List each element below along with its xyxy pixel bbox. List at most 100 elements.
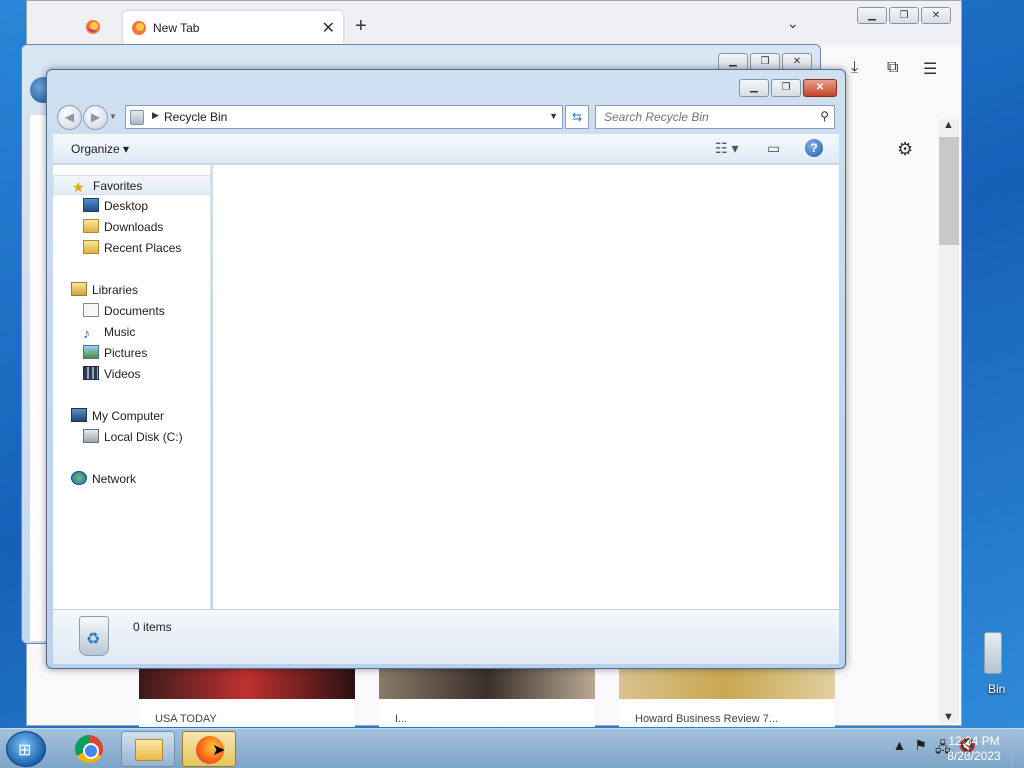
news-card-source: I...	[395, 713, 408, 725]
recycle-bin-icon	[130, 110, 144, 125]
organize-button[interactable]: Organize ▾	[71, 142, 129, 156]
recycle-bin-icon	[79, 616, 109, 656]
tree-item-local-disk[interactable]: Local Disk (C:)	[53, 427, 211, 447]
tree-item-pictures[interactable]: Pictures	[53, 343, 211, 363]
taskbar-firefox[interactable]	[182, 731, 236, 767]
start-button[interactable]: ⊞	[6, 731, 46, 767]
list-all-tabs-button[interactable]: ⌄	[787, 15, 799, 32]
minimize-button[interactable]: ▁	[739, 79, 769, 97]
star-icon: ★	[72, 179, 85, 195]
mouse-cursor-icon: ➤	[212, 742, 226, 759]
news-card[interactable]: USA TODAY	[139, 665, 355, 727]
back-button[interactable]: ◀	[57, 105, 82, 130]
restore-button[interactable]: ❐	[771, 79, 801, 97]
refresh-button[interactable]: ⇆	[565, 105, 589, 129]
tree-item-libraries[interactable]: Libraries	[53, 280, 211, 300]
news-thumbnail	[139, 665, 355, 699]
tab-label: New Tab	[153, 21, 200, 35]
tree-label: Downloads	[104, 220, 164, 234]
tree-label: My Computer	[92, 409, 165, 423]
recent-places-icon	[83, 240, 99, 254]
minimize-button[interactable]: ▁	[857, 7, 887, 24]
tab-new-tab[interactable]: New Tab ✕	[123, 11, 343, 45]
breadcrumb-arrow-icon[interactable]: ▶	[152, 110, 159, 121]
tree-item-music[interactable]: ♪ Music	[53, 322, 211, 342]
preview-pane-icon[interactable]: ▭	[767, 140, 780, 157]
tree-item-downloads[interactable]: Downloads	[53, 217, 211, 237]
restore-button[interactable]: ❐	[750, 53, 780, 70]
search-icon[interactable]: ⚲	[820, 109, 829, 123]
minimize-button[interactable]: ▁	[718, 53, 748, 70]
item-count: 0 items	[133, 620, 172, 634]
close-tab-icon[interactable]: ✕	[322, 18, 335, 38]
search-input[interactable]	[596, 106, 810, 128]
recycle-bin-icon	[984, 632, 1002, 674]
tree-label: Network	[92, 472, 137, 486]
close-button[interactable]: ✕	[803, 79, 837, 97]
tree-label: Documents	[104, 304, 165, 318]
news-thumbnail	[619, 665, 835, 699]
recent-pages-dropdown[interactable]: ▼	[109, 112, 117, 121]
desktop-recycle-bin[interactable]: Bin	[982, 632, 1022, 696]
tree-item-network[interactable]: Network	[53, 469, 211, 489]
clock-time: 12:34 PM	[948, 734, 1000, 748]
show-hidden-icons-icon[interactable]: ▲	[893, 737, 907, 761]
download-icon[interactable]: ⤓	[851, 59, 858, 77]
close-button[interactable]: ✕	[921, 7, 951, 24]
pictures-icon	[83, 345, 99, 359]
firefox-tabbar: New Tab ✕ + ⌄ ▁ ❐ ✕	[27, 1, 961, 45]
new-tab-button[interactable]: +	[355, 15, 367, 38]
show-desktop-button[interactable]	[1012, 729, 1024, 768]
window-controls: ▁ ❐ ✕	[718, 53, 812, 70]
extensions-icon[interactable]: ⧉	[887, 59, 898, 77]
action-center-icon[interactable]: ⚑	[914, 737, 927, 761]
news-card[interactable]: Howard Business Review 7...	[619, 665, 835, 727]
window-controls: ▁ ❐ ✕	[739, 79, 837, 97]
scroll-thumb[interactable]	[939, 137, 959, 245]
scroll-down-icon[interactable]: ▼	[943, 711, 954, 723]
folder-icon	[135, 739, 163, 761]
taskbar-explorer[interactable]	[121, 731, 175, 767]
address-bar[interactable]: ▶ Recycle Bin ▼	[125, 105, 563, 129]
help-icon[interactable]: ?	[805, 139, 823, 157]
firefox-icon	[132, 21, 146, 35]
firefox-icon[interactable]	[85, 19, 101, 35]
libraries-icon	[71, 282, 87, 296]
tree-item-documents[interactable]: Documents	[53, 301, 211, 321]
tree-item-my-computer[interactable]: My Computer	[53, 406, 211, 426]
taskbar-chrome[interactable]	[62, 731, 116, 767]
tree-item-recent-places[interactable]: Recent Places	[53, 238, 211, 258]
tree-label: Favorites	[93, 179, 143, 193]
tree-label: Music	[104, 325, 136, 339]
address-dropdown-icon[interactable]: ▼	[549, 111, 558, 121]
tree-item-videos[interactable]: Videos	[53, 364, 211, 384]
file-list-area[interactable]	[213, 165, 839, 609]
tree-item-desktop[interactable]: Desktop	[53, 196, 211, 216]
tree-label: Local Disk (C:)	[104, 430, 183, 444]
documents-icon	[83, 303, 99, 317]
navigation-pane: ★ Favorites Desktop Downloads Recent Plac…	[53, 165, 211, 609]
tree-label: Pictures	[104, 346, 148, 360]
news-thumbnail	[379, 665, 595, 699]
firefox-window-controls: ▁ ❐ ✕	[857, 7, 951, 24]
tree-item-favorites[interactable]: ★ Favorites	[53, 175, 211, 195]
close-button[interactable]: ✕	[782, 53, 812, 70]
change-view-icon[interactable]: ☷ ▾	[715, 140, 738, 157]
news-card[interactable]: I...	[379, 665, 595, 727]
clock-date: 8/28/2023	[947, 749, 1001, 763]
taskbar: ⊞ ▲ ⚑ 🖧 🔇 12:34 PM 8/28/2023	[0, 728, 1024, 768]
menu-icon[interactable]: ☰	[923, 59, 937, 79]
scroll-up-icon[interactable]: ▲	[943, 119, 954, 131]
gear-icon[interactable]: ⚙	[897, 139, 913, 160]
forward-button[interactable]: ▶	[83, 105, 108, 130]
downloads-folder-icon	[83, 219, 99, 233]
clock[interactable]: 12:34 PM 8/28/2023	[938, 734, 1010, 764]
page-scrollbar[interactable]: ▲ ▼	[939, 119, 959, 723]
news-card-source: USA TODAY	[155, 713, 217, 725]
search-box[interactable]: ⚲	[595, 105, 835, 129]
breadcrumb[interactable]: Recycle Bin	[164, 110, 227, 124]
chrome-icon	[75, 735, 103, 763]
news-card-source: Howard Business Review 7...	[635, 713, 779, 725]
videos-icon	[83, 366, 99, 380]
restore-button[interactable]: ❐	[889, 7, 919, 24]
